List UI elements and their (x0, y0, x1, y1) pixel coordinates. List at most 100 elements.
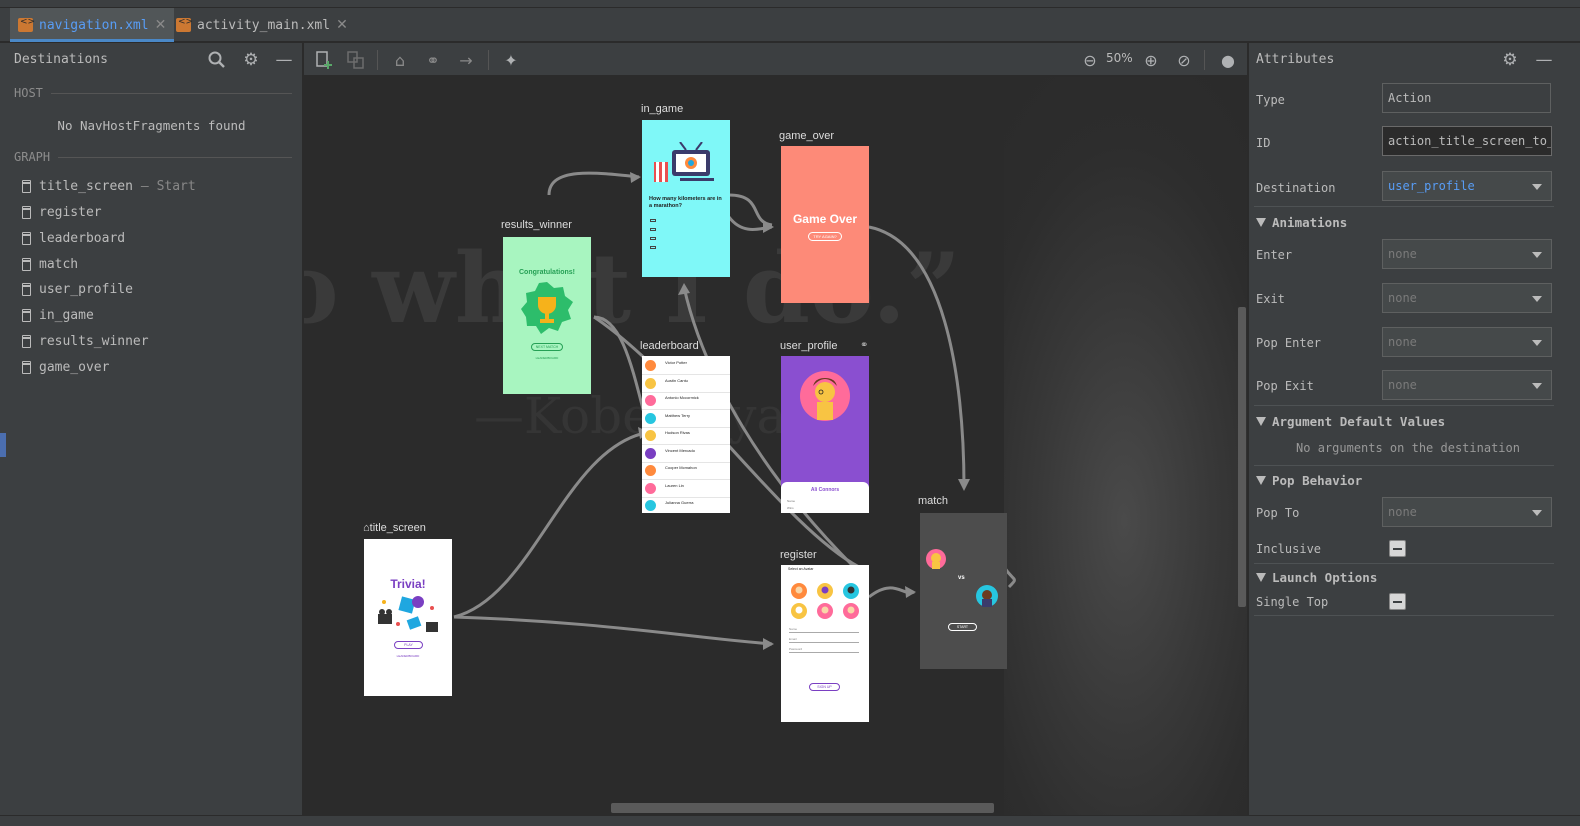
leaderboard-link: LEADERBOARD (535, 356, 559, 360)
enter-value: none (1388, 247, 1417, 261)
home-icon[interactable]: ⌂ (388, 48, 412, 72)
tab-navigation-xml[interactable]: navigation.xml ✕ (10, 8, 175, 42)
destination-node-register[interactable]: Select an Avatar Name Email Password SIG… (781, 565, 869, 722)
destination-dropdown[interactable]: user_profile (1382, 171, 1552, 201)
title-leaderboard-link: LEADERBOARD (396, 654, 420, 658)
leaderboard-name: Julianna Guerra (665, 500, 694, 505)
avatar (800, 371, 850, 421)
panel-title: Attributes (1256, 52, 1335, 67)
pop-to-label: Pop To (1256, 506, 1300, 520)
destination-node-title-screen[interactable]: Trivia! PLAY LEADERBOARD (364, 539, 452, 696)
leaderboard-row: Hudson Rivas (642, 428, 730, 445)
destination-label: leaderboard (39, 231, 126, 246)
warning-icon[interactable]: ● (1216, 48, 1240, 72)
destination-item-title-screen[interactable]: title_screen — Start (22, 179, 196, 194)
launch-options-section-header[interactable]: Launch Options (1256, 570, 1377, 585)
tab-label: activity_main.xml (197, 17, 331, 33)
auto-arrange-icon[interactable]: ✦ (499, 48, 523, 72)
tab-activity-main-xml[interactable]: activity_main.xml ✕ (168, 8, 356, 42)
leaderboard-avatar (645, 465, 656, 476)
nested-graph-icon[interactable] (344, 48, 368, 72)
exit-dropdown[interactable]: none (1382, 283, 1552, 313)
leaderboard-row: Julianna Guerra (642, 498, 730, 513)
leaderboard-avatar (645, 412, 656, 424)
type-value: Action (1388, 91, 1432, 105)
collapse-triangle-icon (1256, 573, 1266, 582)
destination-item-match[interactable]: match (22, 257, 78, 272)
destination-label: match (39, 257, 79, 272)
leaderboard-name: Lauren Lin (665, 482, 684, 488)
destination-node-match[interactable]: vs START (920, 513, 1007, 669)
destination-item-game-over[interactable]: game_over (22, 360, 109, 375)
no-arguments-message: No arguments on the destination (1296, 441, 1520, 455)
node-label-results-winner: results_winner (501, 219, 572, 231)
id-input[interactable]: action_title_screen_to_ (1382, 126, 1552, 156)
section-label: Pop Behavior (1272, 473, 1363, 488)
id-value: action_title_screen_to_ (1388, 134, 1552, 148)
minimize-icon[interactable]: — (273, 49, 295, 71)
gear-icon[interactable]: ⚙ (240, 49, 262, 71)
pop-behavior-section-header[interactable]: Pop Behavior (1256, 473, 1362, 488)
enter-label: Enter (1256, 248, 1293, 262)
destination-item-in-game[interactable]: in_game (22, 308, 94, 323)
pop-to-dropdown[interactable]: none (1382, 497, 1552, 527)
pop-exit-dropdown[interactable]: none (1382, 370, 1552, 400)
inclusive-checkbox[interactable] (1389, 540, 1406, 557)
animations-section-header[interactable]: Animations (1256, 215, 1347, 230)
zoom-to-fit-icon[interactable]: ⊘ (1172, 48, 1196, 72)
destination-node-leaderboard[interactable]: Victor Potter Austin Cantu Antonio Mccormi… (642, 356, 730, 513)
tab-label: navigation.xml (39, 17, 149, 33)
pop-enter-dropdown[interactable]: none (1382, 327, 1552, 357)
search-icon[interactable] (206, 49, 228, 71)
close-icon[interactable]: ✕ (336, 17, 348, 33)
fragment-icon (22, 206, 31, 219)
destination-node-user-profile[interactable]: Ali Connors Name Wins (781, 356, 869, 513)
leaderboard-avatar (645, 430, 656, 441)
type-field: Action (1382, 83, 1551, 113)
pop-enter-label: Pop Enter (1256, 336, 1322, 350)
collapse-triangle-icon (1256, 476, 1266, 485)
destination-item-leaderboard[interactable]: leaderboard (22, 231, 125, 246)
destination-item-user-profile[interactable]: user_profile (22, 282, 133, 297)
destination-item-register[interactable]: register (22, 205, 102, 220)
destinations-panel: Destinations ⚙ — HOST No NavHostFragment… (0, 43, 303, 826)
destination-node-results-winner[interactable]: Congratulations! NEXT MATCH LEADERBOARD (503, 237, 591, 394)
zoom-level: 50% (1106, 51, 1133, 65)
editor-tab-bar: navigation.xml ✕ activity_main.xml ✕ (0, 8, 1580, 42)
arrow-right-icon[interactable]: → (454, 48, 478, 72)
enter-dropdown[interactable]: none (1382, 239, 1552, 269)
section-label: Animations (1272, 215, 1348, 230)
horizontal-scrollbar[interactable] (611, 803, 994, 813)
navigation-graph-canvas[interactable]: “I do what I do.” —Kobe Bryant i (304, 77, 1247, 815)
leaderboard-name: Matthew Terry (665, 412, 691, 418)
close-icon[interactable]: ✕ (155, 17, 167, 33)
panel-splitter-handle[interactable] (0, 433, 6, 457)
new-destination-icon[interactable] (312, 48, 336, 72)
player-two-avatar (976, 585, 998, 607)
destination-node-game-over[interactable]: Game Over TRY AGAIN? (781, 146, 869, 303)
trivia-illustration-icon (378, 596, 438, 632)
section-label: Argument Default Values (1272, 414, 1446, 429)
destination-node-in-game[interactable]: How many kilometers are in a marathon? (642, 120, 730, 277)
fragment-icon (22, 180, 31, 193)
minimize-icon[interactable]: — (1533, 49, 1555, 71)
vs-text: vs (958, 575, 965, 581)
zoom-out-icon[interactable]: ⊖ (1078, 48, 1102, 72)
leaderboard-avatar (645, 377, 656, 389)
id-label: ID (1256, 136, 1271, 150)
action-results-to-in-game (547, 171, 640, 196)
leaderboard-avatar (645, 395, 656, 406)
sign-up-button: SIGN UP (809, 683, 840, 691)
leaderboard-row: Vincent Mercado (642, 446, 730, 463)
congrats-title: Congratulations! (519, 269, 575, 276)
deep-link-icon: ⚭ (860, 340, 869, 351)
leaderboard-avatar (645, 447, 656, 459)
leaderboard-row: Lauren Lin (642, 481, 730, 498)
argument-defaults-section-header[interactable]: Argument Default Values (1256, 414, 1445, 429)
destination-item-results-winner[interactable]: results_winner (22, 334, 149, 349)
deep-link-icon[interactable]: ⚭ (421, 48, 445, 72)
zoom-in-icon[interactable]: ⊕ (1139, 48, 1163, 72)
vertical-scrollbar[interactable] (1238, 307, 1246, 607)
gear-icon[interactable]: ⚙ (1499, 49, 1521, 71)
single-top-checkbox[interactable] (1389, 593, 1406, 610)
